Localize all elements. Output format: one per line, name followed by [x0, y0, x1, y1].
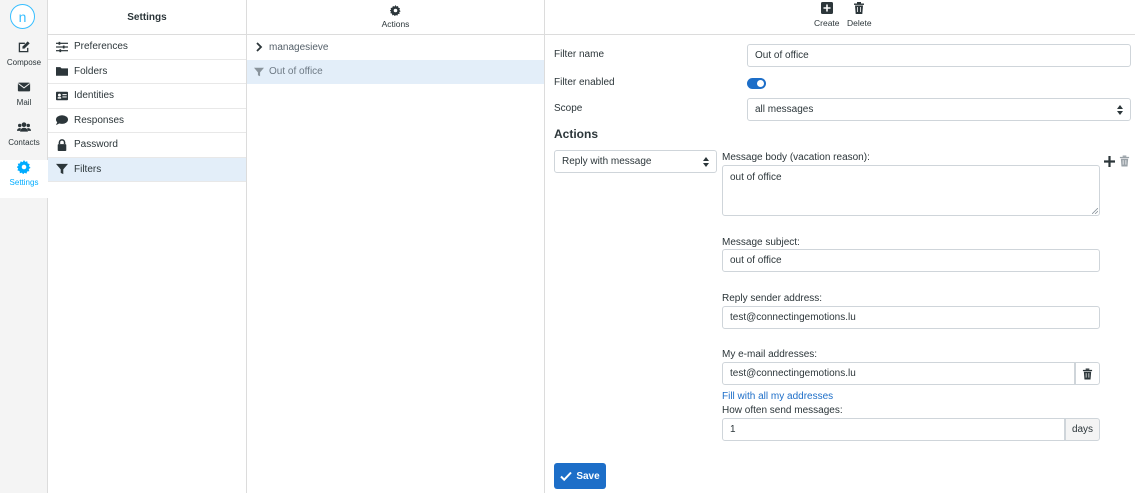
- settings-item-responses[interactable]: Responses: [48, 109, 246, 133]
- delete-label: Delete: [847, 18, 872, 28]
- settings-item-label: Preferences: [74, 41, 128, 53]
- how-often-unit: days: [1065, 418, 1100, 441]
- nav-rail: n Compose Mail Contacts Settings: [0, 0, 48, 493]
- gear-icon: [390, 5, 401, 16]
- scope-value: all messages: [755, 104, 814, 115]
- settings-item-password[interactable]: Password: [48, 133, 246, 158]
- settings-item-label: Identities: [74, 90, 115, 102]
- message-body-value: out of office: [730, 172, 782, 183]
- settings-item-label: Password: [74, 139, 118, 151]
- settings-title: Settings: [48, 0, 246, 35]
- filter-set-label: managesieve: [269, 41, 329, 53]
- select-arrows-icon: [1117, 105, 1123, 115]
- nav-contacts[interactable]: Contacts: [0, 120, 48, 158]
- actions-label: Actions: [381, 19, 410, 29]
- scope-select[interactable]: all messages: [747, 98, 1131, 121]
- save-label: Save: [576, 470, 600, 482]
- how-often-input[interactable]: 1: [722, 418, 1065, 441]
- filter-enabled-toggle[interactable]: [747, 78, 766, 89]
- message-body-label: Message body (vacation reason):: [722, 152, 870, 163]
- my-addresses-input[interactable]: test@connectingemotions.lu: [722, 362, 1075, 385]
- add-action-icon[interactable]: [1104, 156, 1115, 167]
- settings-item-identities[interactable]: Identities: [48, 84, 246, 109]
- actions-heading: Actions: [554, 127, 599, 141]
- my-addresses-label: My e-mail addresses:: [722, 349, 818, 360]
- content-toolbar: Create Delete: [545, 0, 1135, 35]
- filter-icon: [254, 67, 264, 77]
- settings-panel: Settings Preferences Folders Identities …: [48, 0, 247, 493]
- how-often-value: 1: [730, 424, 736, 435]
- settings-item-label: Filters: [74, 163, 102, 175]
- folder-icon: [56, 67, 68, 76]
- remove-address-button[interactable]: [1075, 362, 1100, 385]
- action-type-value: Reply with message: [562, 156, 652, 167]
- filter-editor: Create Delete Filter name Out of office …: [545, 0, 1135, 493]
- id-card-icon: [56, 91, 68, 101]
- lock-icon: [57, 138, 67, 151]
- save-button[interactable]: Save: [554, 463, 606, 489]
- check-icon: [560, 471, 573, 482]
- create-button[interactable]: Create: [814, 2, 840, 28]
- plus-square-icon: [820, 2, 833, 14]
- settings-item-folders[interactable]: Folders: [48, 60, 246, 84]
- filter-item-out-of-office[interactable]: Out of office: [247, 59, 544, 84]
- message-subject-label: Message subject:: [722, 237, 800, 248]
- settings-item-preferences[interactable]: Preferences: [48, 35, 246, 60]
- filter-item-label: Out of office: [269, 66, 323, 78]
- filter-enabled-label: Filter enabled: [554, 77, 615, 88]
- gear-icon: [17, 160, 31, 174]
- reply-sender-label: Reply sender address:: [722, 293, 823, 304]
- delete-button[interactable]: Delete: [847, 2, 872, 28]
- delete-action-icon[interactable]: [1119, 155, 1130, 167]
- trash-icon: [1082, 368, 1093, 379]
- filter-name-input[interactable]: Out of office: [747, 44, 1131, 67]
- filter-list-panel: Actions managesieve Out of office: [247, 0, 545, 493]
- scope-label: Scope: [554, 103, 583, 114]
- settings-item-label: Folders: [74, 65, 108, 77]
- compose-icon: [18, 41, 30, 53]
- actions-button[interactable]: Actions: [247, 0, 544, 35]
- settings-item-filters[interactable]: Filters: [48, 157, 246, 182]
- action-type-select[interactable]: Reply with message: [554, 150, 717, 173]
- filter-set-item[interactable]: managesieve: [247, 35, 544, 60]
- nav-contacts-label: Contacts: [8, 138, 40, 147]
- reply-sender-input[interactable]: test@connectingemotions.lu: [722, 306, 1100, 329]
- message-subject-input[interactable]: out of office: [722, 249, 1100, 272]
- filter-icon: [56, 164, 68, 175]
- sliders-icon: [56, 41, 68, 52]
- fill-all-addresses-link[interactable]: Fill with all my addresses: [722, 391, 833, 402]
- logo-icon[interactable]: n: [10, 4, 35, 29]
- nav-settings[interactable]: Settings: [0, 160, 48, 198]
- nav-compose[interactable]: Compose: [0, 40, 48, 78]
- message-body-textarea[interactable]: out of office: [722, 165, 1100, 216]
- message-subject-value: out of office: [730, 255, 782, 266]
- my-addresses-value: test@connectingemotions.lu: [730, 368, 856, 379]
- contacts-icon: [17, 122, 31, 132]
- filter-name-value: Out of office: [755, 50, 809, 61]
- reply-sender-value: test@connectingemotions.lu: [730, 312, 856, 323]
- settings-item-label: Responses: [74, 114, 125, 126]
- filter-name-label: Filter name: [554, 49, 605, 60]
- select-arrows-icon: [703, 157, 709, 167]
- nav-mail[interactable]: Mail: [0, 80, 48, 118]
- nav-compose-label: Compose: [6, 58, 42, 67]
- nav-mail-label: Mail: [16, 98, 32, 107]
- how-often-label: How often send messages:: [722, 405, 843, 416]
- comment-icon: [56, 115, 68, 126]
- nav-settings-label: Settings: [9, 178, 39, 187]
- mail-icon: [17, 82, 31, 92]
- create-label: Create: [814, 18, 840, 28]
- trash-icon: [854, 2, 865, 14]
- chevron-right-icon: [256, 42, 263, 52]
- resize-handle-icon[interactable]: [1092, 208, 1098, 214]
